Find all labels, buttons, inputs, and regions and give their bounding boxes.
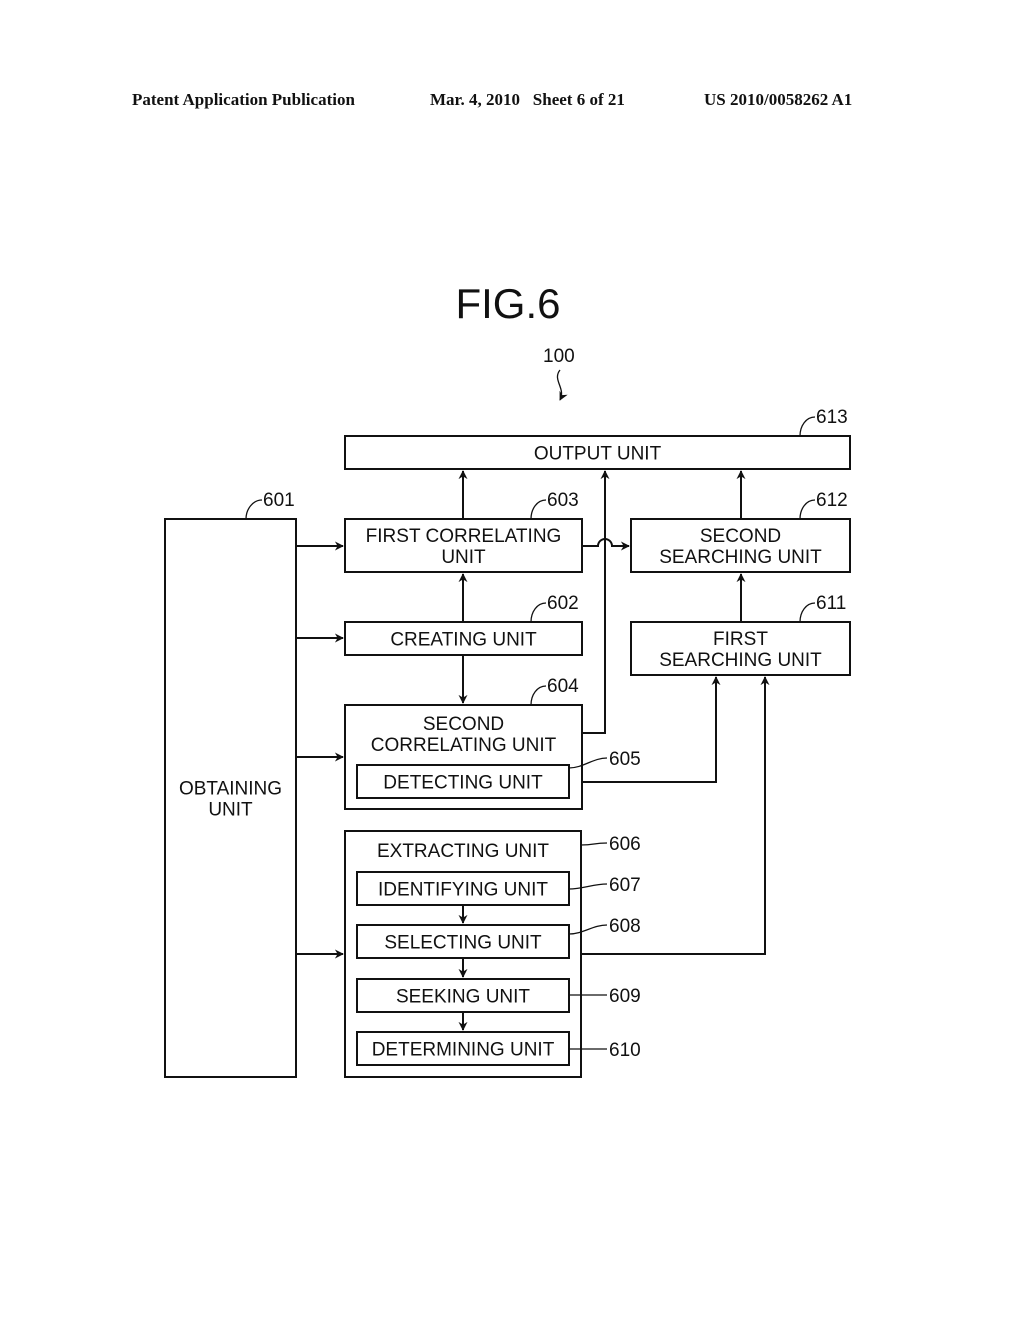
unit-output: OUTPUT UNIT 613 [344, 407, 851, 470]
ref-leader-line [580, 842, 608, 846]
system-ref-label: 100 [543, 346, 575, 367]
ref-number: 604 [547, 676, 579, 697]
unit-label: SECOND [423, 714, 504, 735]
block-diagram: 100 OUTPUT UNIT613OBTAININGUNIT601FIRST … [164, 346, 851, 1078]
unit-label: DETECTING UNIT [383, 773, 543, 794]
unit-determining: DETERMINING UNIT 610 [356, 1031, 641, 1066]
ref-leader-line [530, 499, 547, 520]
arrow-second-corr-to-output [582, 470, 610, 734]
unit-label: CREATING UNIT [390, 630, 537, 651]
arrow-detecting-to-first-search [582, 676, 721, 783]
ref-leader-line [799, 602, 816, 623]
unit-label: OBTAINING [179, 779, 282, 800]
unit-label: CORRELATING UNIT [371, 735, 557, 756]
ref-number: 602 [547, 593, 579, 614]
unit-label: FIRST CORRELATING [366, 526, 562, 547]
ref-leader-line [245, 499, 263, 520]
ref-number: 613 [816, 407, 848, 428]
ref-number: 601 [263, 490, 295, 511]
ref-number: 611 [816, 593, 846, 614]
ref-leader-line [530, 685, 547, 706]
unit-label: SELECTING UNIT [384, 933, 542, 954]
system-ref-arrow [556, 369, 568, 401]
unit-label: DETERMINING UNIT [372, 1040, 555, 1061]
unit-label: IDENTIFYING UNIT [378, 880, 548, 901]
ref-number: 605 [609, 749, 641, 770]
ref-number: 610 [609, 1040, 641, 1061]
unit-identifying: IDENTIFYING UNIT 607 [356, 871, 641, 906]
unit-label: SEARCHING UNIT [659, 547, 822, 568]
unit-label: OUTPUT UNIT [534, 444, 662, 465]
unit-label: SECOND [700, 526, 781, 547]
ref-number: 609 [609, 986, 641, 1007]
unit-label: SEEKING UNIT [396, 987, 530, 1008]
ref-number: 603 [547, 490, 579, 511]
ref-number: 612 [816, 490, 848, 511]
arrow-selecting-to-first-search [582, 676, 770, 955]
ref-number: 606 [609, 834, 641, 855]
ref-leader-line [530, 602, 547, 623]
ref-leader-line [799, 499, 816, 520]
unit-label: SEARCHING UNIT [659, 650, 822, 671]
unit-label: UNIT [441, 547, 486, 568]
ref-number: 608 [609, 916, 641, 937]
ref-number: 607 [609, 875, 641, 896]
unit-label: EXTRACTING UNIT [377, 841, 549, 862]
unit-label: FIRST [713, 629, 768, 650]
unit-obtaining: OBTAININGUNIT 601 [164, 490, 297, 1078]
unit-label: UNIT [208, 800, 253, 821]
ref-leader-line [799, 416, 816, 437]
unit-seeking: SEEKING UNIT 609 [356, 978, 641, 1013]
